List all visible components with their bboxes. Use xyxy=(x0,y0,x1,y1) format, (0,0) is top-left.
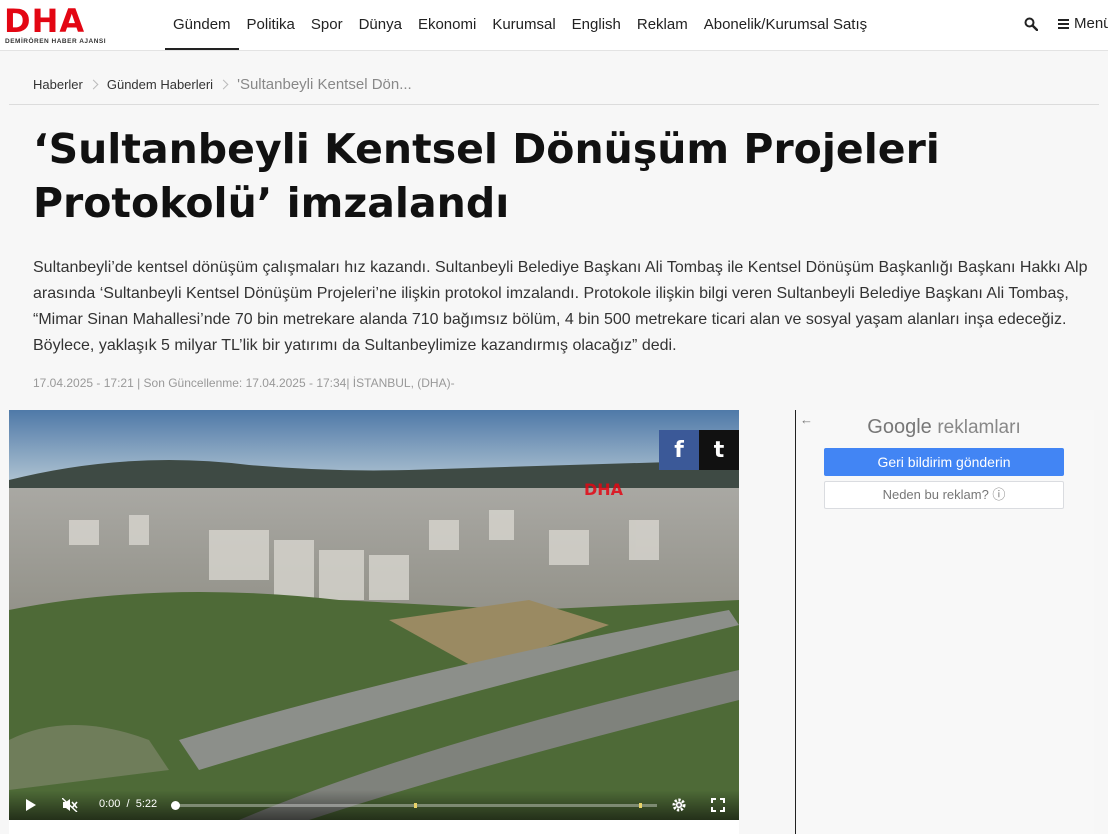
site-header: DHA DEMİRÖREN HABER AJANSI Gündem Politi… xyxy=(0,0,1108,51)
current-time: 0:00 xyxy=(99,798,121,810)
nav-item-dunya[interactable]: Dünya xyxy=(351,0,410,50)
dha-logo[interactable]: DHA DEMİRÖREN HABER AJANSI xyxy=(4,2,122,48)
breadcrumb: Haberler Gündem Haberleri 'Sultanbeyli K… xyxy=(33,76,412,93)
ad-title-suffix: reklamları xyxy=(937,417,1021,438)
chevron-right-icon xyxy=(218,79,229,90)
logo-text: DHA xyxy=(4,2,86,40)
duration: 5:22 xyxy=(135,798,158,810)
facebook-share-button[interactable]: f xyxy=(659,430,699,470)
nav-item-politika[interactable]: Politika xyxy=(239,0,303,50)
nav-item-abonelik[interactable]: Abonelik/Kurumsal Satış xyxy=(696,0,875,50)
video-progress-bar[interactable] xyxy=(171,801,657,810)
google-ad-panel: ← Google reklamları Geri bildirim gönder… xyxy=(796,410,1094,834)
article-meta: 17.04.2025 - 17:21 | Son Güncellenme: 17… xyxy=(33,376,455,390)
breadcrumb-gundem-haberleri[interactable]: Gündem Haberleri xyxy=(107,77,213,92)
progress-handle[interactable] xyxy=(171,801,180,810)
settings-gear-icon[interactable] xyxy=(671,797,687,813)
nav-item-english[interactable]: English xyxy=(564,0,629,50)
main-nav: Gündem Politika Spor Dünya Ekonomi Kurum… xyxy=(165,0,875,50)
nav-item-ekonomi[interactable]: Ekonomi xyxy=(410,0,484,50)
article-summary: Sultanbeyli’de kentsel dönüşüm çalışmala… xyxy=(33,259,1088,354)
chapter-marker xyxy=(414,803,417,808)
why-this-ad-button[interactable]: Neden bu reklam? ⓘ xyxy=(824,481,1064,509)
nav-item-reklam[interactable]: Reklam xyxy=(629,0,696,50)
play-icon[interactable] xyxy=(25,799,37,811)
google-wordmark: Google xyxy=(867,416,932,438)
breadcrumb-divider xyxy=(9,104,1099,105)
video-player[interactable]: DHA f t 0:00 / 5:22 xyxy=(9,410,739,820)
twitter-share-button[interactable]: t xyxy=(699,430,739,470)
logo-subtitle: DEMİRÖREN HABER AJANSI xyxy=(5,38,107,45)
video-bottom-strip xyxy=(9,820,739,834)
chapter-marker xyxy=(639,803,642,808)
video-time: 0:00 / 5:22 xyxy=(99,798,157,810)
menu-button[interactable]: Menü xyxy=(1058,15,1108,32)
nav-item-spor[interactable]: Spor xyxy=(303,0,351,50)
dha-watermark: DHA xyxy=(584,480,624,499)
menu-label: Menü xyxy=(1074,15,1108,32)
video-frame-aerial-city xyxy=(9,410,739,820)
breadcrumb-current: 'Sultanbeyli Kentsel Dön... xyxy=(237,76,412,93)
hamburger-icon xyxy=(1058,18,1069,29)
send-feedback-button[interactable]: Geri bildirim gönderin xyxy=(824,448,1064,476)
chevron-right-icon xyxy=(88,79,99,90)
ad-title: Google reklamları xyxy=(796,416,1092,439)
video-controls: 0:00 / 5:22 xyxy=(9,790,739,820)
mute-icon[interactable] xyxy=(62,798,78,812)
time-separator: / xyxy=(126,798,130,810)
nav-item-kurumsal[interactable]: Kurumsal xyxy=(484,0,563,50)
nav-item-gundem[interactable]: Gündem xyxy=(165,0,239,50)
breadcrumb-haberler[interactable]: Haberler xyxy=(33,77,83,92)
search-icon[interactable] xyxy=(1024,17,1038,31)
article-title: ‘Sultanbeyli Kentsel Dönüşüm Projeleri P… xyxy=(33,125,940,227)
fullscreen-icon[interactable] xyxy=(711,798,725,812)
